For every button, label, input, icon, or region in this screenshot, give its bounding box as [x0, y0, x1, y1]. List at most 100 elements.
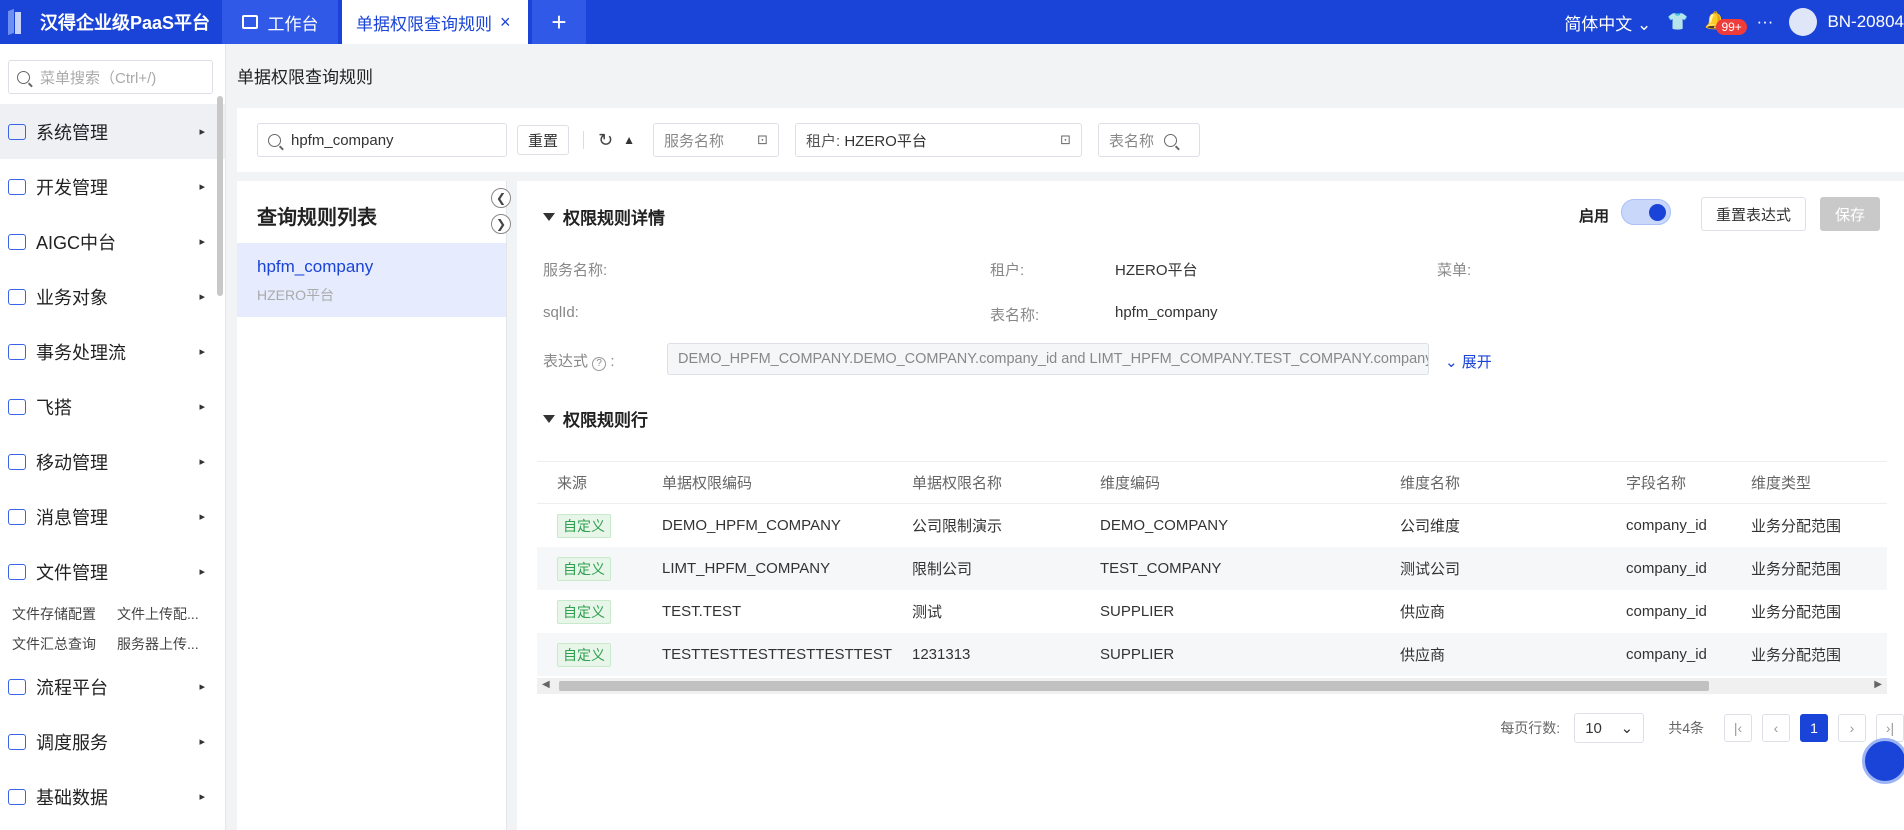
caret-right-icon: ▸ — [199, 736, 205, 748]
cell-dimension-type: 业务分配范围 — [1751, 561, 1842, 578]
service-name-filter[interactable]: 服务名称 ⊡ — [653, 123, 779, 157]
tenant-filter[interactable]: 租户: HZERO平台 ⊡ — [795, 123, 1082, 157]
reset-expression-button[interactable]: 重置表达式 — [1701, 197, 1807, 231]
sidebar-item-label: 系统管理 — [36, 122, 108, 143]
sidebar-item-feida[interactable]: 飞搭 ▸ — [0, 379, 225, 434]
first-page-button[interactable]: |‹ — [1724, 714, 1752, 742]
collapse-up-icon[interactable]: ▲ — [623, 133, 635, 147]
caret-right-icon: ▸ — [199, 456, 205, 468]
caret-right-icon: ▸ — [199, 291, 205, 303]
sidebar-item-mobile[interactable]: 移动管理 ▸ — [0, 434, 225, 489]
reset-button[interactable]: 重置 — [517, 125, 570, 155]
enable-label: 启用 — [1579, 208, 1610, 225]
prev-page-button[interactable]: ‹ — [1762, 714, 1790, 742]
tenant-filter-label: 租户: — [806, 132, 841, 150]
submenu-file-summary-query[interactable]: 文件汇总查询 — [12, 629, 117, 659]
header-dimension-code: 维度编码 — [1100, 475, 1161, 492]
page-number-button[interactable]: 1 — [1800, 714, 1828, 742]
table-name-filter[interactable]: 表名称 — [1098, 123, 1200, 157]
list-item[interactable]: hpfm_company HZERO平台 — [237, 243, 506, 317]
language-select[interactable]: 简体中文 ⌄ — [1564, 10, 1651, 35]
expression-label: 表达式 ? : — [543, 353, 615, 371]
notification-bell[interactable]: 🔔 99+ — [1704, 11, 1747, 35]
table-row[interactable]: 自定义 TEST.TEST 测试 SUPPLIER 供应商 company_id… — [537, 590, 1887, 633]
sidebar-item-scheduler[interactable]: 调度服务 ▸ — [0, 714, 225, 769]
next-page-button[interactable]: › — [1838, 714, 1866, 742]
sidebar-item-basic-data[interactable]: 基础数据 ▸ — [0, 769, 225, 824]
search-input[interactable]: hpfm_company — [257, 123, 507, 157]
theme-shirt-icon[interactable]: 👕 — [1667, 12, 1688, 32]
cell-field-name: company_id — [1626, 517, 1707, 534]
user-name[interactable]: BN-20804 — [1827, 12, 1904, 32]
sidebar-item-system[interactable]: 系统管理 ▸ — [0, 104, 225, 159]
rule-list-title: 查询规则列表 — [257, 207, 377, 229]
workflow-icon — [8, 678, 26, 695]
sidebar-item-transaction-flow[interactable]: 事务处理流 ▸ — [0, 324, 225, 379]
save-button[interactable]: 保存 — [1820, 197, 1881, 231]
expand-right-button[interactable]: ❯ — [491, 214, 511, 234]
sidebar-item-label: 基础数据 — [36, 787, 108, 808]
last-page-icon: ›| — [1885, 720, 1895, 736]
table-row[interactable]: 自定义 DEMO_HPFM_COMPANY 公司限制演示 DEMO_COMPAN… — [537, 504, 1887, 547]
help-icon[interactable]: ? — [592, 357, 607, 371]
submenu-file-upload-config[interactable]: 文件上传配... — [117, 599, 222, 629]
code-icon — [8, 288, 26, 305]
lookup-icon[interactable]: ⊡ — [757, 132, 768, 148]
sidebar-item-aigc[interactable]: AIGC中台 ▸ — [0, 214, 225, 269]
sidebar-scrollbar[interactable] — [217, 96, 223, 296]
table-horizontal-scrollbar[interactable]: ◀ ▶ — [537, 678, 1887, 694]
scrollbar-thumb[interactable] — [559, 681, 1709, 691]
caret-right-icon: ▸ — [199, 181, 205, 193]
section-rule-rows[interactable]: 权限规则行 — [543, 406, 648, 431]
avatar[interactable] — [1789, 8, 1818, 36]
sidebar-item-business-object[interactable]: 业务对象 ▸ — [0, 269, 225, 324]
menu-search-input[interactable]: 菜单搜索（Ctrl+/) — [8, 60, 213, 94]
cell-dimension-code: SUPPLIER — [1100, 603, 1175, 620]
expression-label-text: 表达式 — [543, 353, 589, 370]
close-icon[interactable]: × — [500, 12, 511, 33]
code-icon — [8, 398, 26, 415]
caret-down-icon — [543, 414, 555, 423]
rows-per-page-label: 每页行数: — [1500, 720, 1561, 736]
dashboard-icon — [241, 15, 258, 29]
section-rule-rows-title: 权限规则行 — [563, 411, 648, 430]
rule-list-pane: 查询规则列表 hpfm_company HZERO平台 — [237, 181, 507, 830]
cell-permission-name: 限制公司 — [912, 561, 973, 578]
search-icon[interactable] — [1164, 133, 1178, 147]
assistant-float-button[interactable] — [1862, 738, 1904, 784]
app-logo[interactable]: 汉得企业级PaaS平台 — [0, 0, 222, 44]
sidebar-item-dev[interactable]: 开发管理 ▸ — [0, 159, 225, 214]
rule-rows-table: 来源 单据权限编码 单据权限名称 维度编码 维度名称 字段名称 维度类型 自定义… — [537, 461, 1887, 676]
submenu-file-storage-config[interactable]: 文件存储配置 — [12, 599, 117, 629]
sidebar-item-label: 开发管理 — [36, 177, 108, 198]
sidebar-item-message[interactable]: 消息管理 ▸ — [0, 489, 225, 544]
sidebar-item-file[interactable]: 文件管理 ▸ — [0, 544, 225, 599]
sidebar-item-label: 飞搭 — [36, 397, 72, 418]
lookup-icon[interactable]: ⊡ — [1060, 132, 1071, 148]
table-row[interactable]: 自定义 LIMT_HPFM_COMPANY 限制公司 TEST_COMPANY … — [537, 547, 1887, 590]
sidebar: 菜单搜索（Ctrl+/) 系统管理 ▸ 开发管理 ▸ AIGC中台 ▸ 业务对象 ▸ 事… — [0, 44, 226, 830]
tab-workbench[interactable]: 工作台 — [222, 0, 338, 44]
section-rule-detail[interactable]: 权限规则详情 — [543, 204, 665, 229]
tab-doc-permission-rules[interactable]: 单据权限查询规则 × — [342, 0, 528, 44]
page-size-select[interactable]: 10 ⌄ — [1574, 713, 1645, 743]
collapse-left-button[interactable]: ❮ — [491, 188, 511, 208]
expression-field[interactable]: DEMO_HPFM_COMPANY.DEMO_COMPANY.company_i… — [667, 343, 1429, 375]
add-tab-button[interactable]: + — [532, 0, 586, 44]
source-tag: 自定义 — [557, 513, 611, 538]
sidebar-item-workflow[interactable]: 流程平台 ▸ — [0, 659, 225, 714]
sidebar-item-label: 消息管理 — [36, 507, 108, 528]
chevron-right-icon: ❯ — [495, 217, 507, 231]
cell-permission-name: 1231313 — [912, 646, 971, 663]
more-icon[interactable]: ··· — [1756, 12, 1773, 32]
chevron-down-icon: ⌄ — [1620, 720, 1634, 737]
enable-toggle[interactable] — [1621, 199, 1671, 225]
refresh-icon[interactable]: ↻ — [598, 130, 613, 151]
source-tag: 自定义 — [557, 556, 611, 581]
expand-link[interactable]: ⌄ 展开 — [1445, 351, 1492, 372]
scroll-right-icon[interactable]: ▶ — [1874, 679, 1882, 690]
table-row[interactable]: 自定义 TESTTESTTESTTESTTESTTEST 1231313 SUP… — [537, 633, 1887, 676]
cell-permission-code: TESTTESTTESTTESTTESTTEST — [662, 646, 893, 663]
scroll-left-icon[interactable]: ◀ — [542, 679, 550, 690]
submenu-server-upload[interactable]: 服务器上传... — [117, 629, 222, 659]
